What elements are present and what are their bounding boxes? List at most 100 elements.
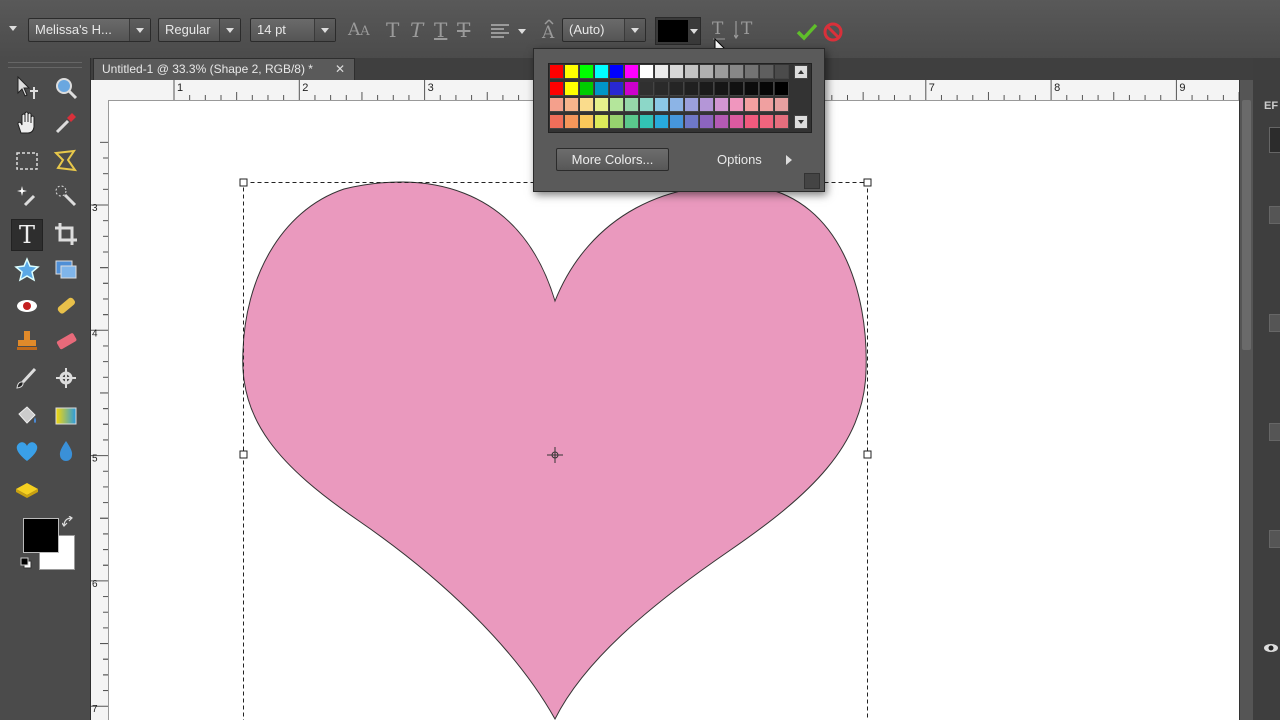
color-swatch[interactable] [550, 114, 564, 129]
zoom-tool-icon[interactable] [51, 73, 81, 103]
color-swatch[interactable] [760, 114, 774, 129]
color-swatch[interactable] [580, 81, 594, 96]
default-colors-icon[interactable] [20, 557, 32, 569]
swap-colors-icon[interactable] [62, 516, 74, 528]
color-swatch[interactable] [775, 81, 789, 96]
color-swatch[interactable] [670, 81, 684, 96]
color-swatch[interactable] [625, 81, 639, 96]
color-swatch[interactable] [730, 114, 744, 129]
visibility-eye-icon[interactable] [1263, 642, 1279, 654]
sponge-tool-icon[interactable] [12, 474, 42, 504]
text-color-dropdown[interactable] [655, 17, 701, 45]
commit-check-icon[interactable] [796, 22, 818, 42]
color-swatch[interactable] [640, 65, 654, 79]
vertical-scrollbar[interactable] [1239, 80, 1254, 720]
recompose-tool-icon[interactable] [51, 255, 81, 285]
tool-presets-arrow-icon[interactable] [9, 26, 17, 31]
options-menu[interactable]: Options [717, 152, 762, 167]
color-swatch[interactable] [550, 98, 564, 112]
document-canvas[interactable] [109, 101, 1239, 720]
resize-handle-middle-left[interactable] [239, 450, 248, 459]
red-eye-tool-icon[interactable] [12, 291, 42, 321]
color-swatch[interactable] [610, 65, 624, 79]
color-swatch[interactable] [700, 114, 714, 129]
swatch-scroll-down-icon[interactable] [794, 115, 808, 129]
scrollbar-thumb[interactable] [1242, 100, 1251, 350]
leading-dropdown[interactable]: (Auto) [562, 18, 646, 42]
color-swatch[interactable] [580, 65, 594, 79]
color-swatch[interactable] [580, 114, 594, 129]
blur-tool-icon[interactable] [51, 436, 81, 466]
chevron-right-icon[interactable] [786, 155, 792, 165]
color-swatch[interactable] [595, 114, 609, 129]
color-swatch[interactable] [655, 98, 669, 112]
color-swatch[interactable] [625, 65, 639, 79]
color-swatch[interactable] [700, 65, 714, 79]
color-swatch[interactable] [670, 65, 684, 79]
color-swatch[interactable] [565, 81, 579, 96]
color-swatch[interactable] [730, 81, 744, 96]
eyedropper-tool-icon[interactable] [51, 108, 81, 138]
color-swatch[interactable] [565, 98, 579, 112]
swatch-scroll-up-icon[interactable] [794, 65, 808, 79]
popup-resize-grip[interactable] [804, 173, 820, 189]
color-swatch[interactable] [595, 98, 609, 112]
smart-brush-tool-icon[interactable] [51, 363, 81, 393]
hand-tool-icon[interactable] [12, 108, 42, 138]
color-swatch[interactable] [610, 81, 624, 96]
chevron-down-icon[interactable] [219, 19, 240, 41]
strikethrough-icon[interactable]: T [457, 18, 470, 42]
more-colors-button[interactable]: More Colors... [556, 148, 669, 171]
align-dropdown[interactable] [490, 22, 530, 42]
color-swatch[interactable] [775, 114, 789, 129]
color-swatch[interactable] [670, 98, 684, 112]
color-swatch[interactable] [565, 65, 579, 79]
clone-stamp-tool-icon[interactable] [12, 326, 42, 356]
marquee-tool-icon[interactable] [12, 146, 42, 176]
color-swatch[interactable] [565, 114, 579, 129]
color-swatch[interactable] [760, 65, 774, 79]
color-swatch[interactable] [745, 65, 759, 79]
color-swatch[interactable] [595, 65, 609, 79]
panel-field[interactable] [1269, 127, 1280, 153]
shape-tool-icon[interactable] [12, 436, 42, 466]
color-swatch[interactable] [715, 65, 729, 79]
chevron-down-icon[interactable] [129, 19, 150, 41]
color-swatch[interactable] [760, 98, 774, 112]
color-swatch[interactable] [655, 114, 669, 129]
faux-italic-icon[interactable]: T [410, 18, 423, 42]
crop-tool-icon[interactable] [51, 219, 81, 249]
color-swatch[interactable] [775, 65, 789, 79]
color-swatch[interactable] [700, 81, 714, 96]
magic-wand-tool-icon[interactable] [12, 181, 42, 211]
resize-handle-top-right[interactable] [863, 178, 872, 187]
color-swatch[interactable] [730, 98, 744, 112]
color-swatch[interactable] [595, 81, 609, 96]
color-swatch[interactable] [685, 114, 699, 129]
font-style-dropdown[interactable]: Regular [158, 18, 241, 42]
healing-brush-tool-icon[interactable] [51, 291, 81, 321]
color-swatch[interactable] [625, 98, 639, 112]
color-swatch[interactable] [775, 98, 789, 112]
effects-tab-label[interactable]: EF [1264, 100, 1278, 112]
color-swatch[interactable] [685, 98, 699, 112]
color-swatch[interactable] [730, 65, 744, 79]
color-swatch[interactable] [715, 81, 729, 96]
resize-handle-top-left[interactable] [239, 178, 248, 187]
swatch-grid[interactable] [548, 63, 812, 133]
color-swatch[interactable] [580, 98, 594, 112]
paint-bucket-tool-icon[interactable] [12, 401, 42, 431]
color-swatch[interactable] [700, 98, 714, 112]
color-swatch[interactable] [745, 81, 759, 96]
foreground-color-swatch[interactable] [23, 518, 59, 553]
type-tool-icon[interactable]: T [11, 219, 43, 251]
quick-selection-tool-icon[interactable] [51, 181, 81, 211]
brush-tool-icon[interactable] [12, 363, 42, 393]
panel-item[interactable] [1269, 206, 1280, 224]
color-swatch[interactable] [640, 114, 654, 129]
heart-shape[interactable] [242, 181, 867, 720]
eraser-tool-icon[interactable] [51, 326, 81, 356]
chevron-down-icon[interactable] [314, 19, 335, 41]
lasso-tool-icon[interactable] [51, 146, 81, 176]
color-swatch[interactable] [610, 98, 624, 112]
